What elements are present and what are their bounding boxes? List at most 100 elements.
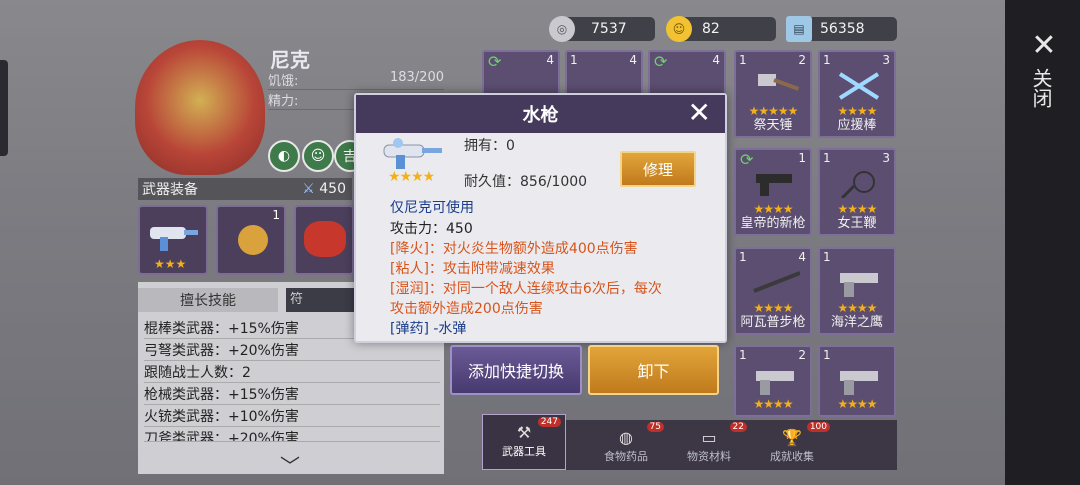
tab-badge: 100 bbox=[806, 422, 830, 432]
item-level: 4 bbox=[712, 53, 720, 67]
unequip-button[interactable]: 卸下 bbox=[588, 345, 719, 395]
tab-skills-2[interactable]: 符 bbox=[286, 288, 356, 312]
effect-line: [粘人]：攻击附带减速效果 bbox=[390, 261, 555, 277]
repair-button[interactable]: 修理 bbox=[620, 151, 696, 187]
item-level: 2 bbox=[798, 53, 806, 67]
item-level: 3 bbox=[882, 53, 890, 67]
hammer-icon bbox=[758, 74, 800, 91]
modal-title: 水枪 bbox=[522, 105, 559, 126]
lion-head-icon bbox=[304, 221, 346, 257]
coins-value: 7537 bbox=[591, 21, 627, 37]
item-quantity: 1 bbox=[823, 53, 831, 67]
item-name: 海洋之鹰 bbox=[830, 315, 883, 330]
skill-line: 弓弩类武器：+20%伤害 bbox=[144, 340, 440, 361]
modal-close-icon[interactable]: ✕ bbox=[688, 99, 711, 127]
desert-eagle-icon bbox=[840, 273, 878, 297]
tab-weapons-tools[interactable]: 247 ⚒ 武器工具 bbox=[482, 414, 566, 470]
item-name: 应援棒 bbox=[837, 118, 877, 133]
tab-achievements[interactable]: 100 🏆 成就收集 bbox=[750, 420, 834, 470]
item-level: 2 bbox=[798, 348, 806, 362]
category-tabs: 247 ⚒ 武器工具 75 ◍ 食物药品 22 ▭ 物资材料 100 🏆 成就收… bbox=[482, 414, 897, 470]
tab-skills[interactable]: 擅长技能 bbox=[138, 288, 278, 312]
pistol-icon bbox=[840, 371, 878, 395]
inventory-item[interactable]: 1 3 ★★★★ 应援棒 bbox=[818, 50, 896, 138]
side-handle[interactable] bbox=[0, 60, 8, 156]
refresh-icon: ⟳ bbox=[654, 52, 668, 71]
whip-icon bbox=[840, 171, 875, 198]
skill-line: 刀斧类武器：+20%伤害 bbox=[144, 428, 440, 442]
smile-counter: ☺ 82 bbox=[666, 16, 776, 42]
item-quantity: 1 bbox=[739, 250, 747, 264]
mood-status-icon[interactable]: ☺ bbox=[302, 140, 334, 172]
item-level: 4 bbox=[798, 250, 806, 264]
hunger-value: 183/200 bbox=[389, 70, 444, 85]
axe-icon: ⚒ bbox=[516, 423, 532, 442]
item-level: 3 bbox=[882, 151, 890, 165]
ammo-text: [弹药] -水弹 bbox=[390, 321, 467, 337]
attack-power-display: ⚔ 450 bbox=[302, 181, 346, 197]
refresh-icon: ⟳ bbox=[740, 150, 754, 169]
water-gun-icon bbox=[150, 227, 198, 251]
tab-badge: 22 bbox=[729, 422, 747, 432]
stomach-status-icon[interactable]: ◐ bbox=[268, 140, 300, 172]
glow-stick-icon bbox=[838, 72, 880, 100]
item-detail-modal: 水枪 ✕ ★★★★ 拥有：0 耐久值：856/1000 修理 仅尼克可使用 攻击… bbox=[354, 93, 727, 343]
close-button-label[interactable]: 关闭 bbox=[1029, 68, 1056, 108]
pistol-icon bbox=[756, 371, 794, 395]
inventory-item[interactable]: 1 ★★★★ bbox=[818, 345, 896, 417]
inventory-item[interactable]: 1 4 ★★★★ 阿瓦普步枪 bbox=[734, 247, 812, 335]
inventory-item[interactable]: 1 2 ★★★★ bbox=[734, 345, 812, 417]
inventory-item[interactable]: 1 3 ★★★★ 女王鞭 bbox=[818, 148, 896, 236]
inventory-item[interactable]: 1 ★★★★ 海洋之鹰 bbox=[818, 247, 896, 335]
cash-bill-icon: ▤ bbox=[786, 16, 812, 42]
modal-stars: ★★★★ bbox=[388, 169, 435, 185]
effect-line: [湿润]：对同一个敌人连续攻击6次后，每次 bbox=[390, 281, 662, 297]
skill-line: 跟随战士人数：2 bbox=[144, 362, 440, 383]
item-stars: ★★★★ bbox=[837, 397, 877, 411]
add-quick-switch-button[interactable]: 添加快捷切换 bbox=[450, 345, 582, 395]
smile-value: 82 bbox=[702, 21, 720, 37]
coins-counter: ◎ 7537 bbox=[549, 16, 655, 42]
hero-name: 尼克 bbox=[270, 48, 310, 72]
equip-slot-2[interactable]: 1 bbox=[216, 205, 286, 275]
hunger-row: 饥饿: 183/200 bbox=[268, 70, 444, 90]
item-quantity: 1 bbox=[823, 348, 831, 362]
inventory-item[interactable]: ⟳ 1 ★★★★ 皇帝的新枪 bbox=[734, 148, 812, 236]
item-quantity: 1 bbox=[823, 151, 831, 165]
inventory-item[interactable]: 1 2 ★★★★★ 祭天锤 bbox=[734, 50, 812, 138]
item-level: 1 bbox=[798, 151, 806, 165]
equip-slot-1-stars: ★★★ bbox=[154, 257, 187, 271]
log-icon: ▭ bbox=[701, 428, 717, 447]
water-gun-icon bbox=[383, 138, 442, 169]
food-can-icon: ◍ bbox=[619, 428, 633, 447]
item-name: 祭天锤 bbox=[753, 118, 793, 133]
item-level: 4 bbox=[629, 53, 637, 67]
item-name: 阿瓦普步枪 bbox=[740, 315, 806, 330]
pistol-icon bbox=[756, 174, 792, 196]
cash-value: 56358 bbox=[820, 21, 865, 37]
tab-materials[interactable]: 22 ▭ 物资材料 bbox=[667, 420, 751, 470]
close-icon[interactable]: ✕ bbox=[1030, 31, 1058, 61]
equip-slot-3[interactable] bbox=[294, 205, 354, 275]
tab-label: 物资材料 bbox=[687, 450, 731, 463]
item-name: 女王鞭 bbox=[837, 216, 877, 231]
equip-slot-2-level: 1 bbox=[272, 208, 280, 222]
durability-value: 耐久值：856/1000 bbox=[464, 174, 588, 190]
item-quantity: 1 bbox=[570, 53, 578, 67]
modal-header: 水枪 ✕ bbox=[356, 95, 725, 133]
energy-label: 精力: bbox=[268, 94, 299, 109]
chevron-down-icon[interactable]: ﹀ bbox=[280, 450, 300, 479]
skill-line: 火铳类武器：+10%伤害 bbox=[144, 406, 440, 427]
item-quantity: 1 bbox=[739, 348, 747, 362]
attack-text: 攻击力：450 bbox=[390, 221, 473, 237]
rifle-icon bbox=[753, 271, 800, 293]
equip-slot-1[interactable]: ★★★ bbox=[138, 205, 208, 275]
tab-badge: 247 bbox=[537, 417, 561, 427]
coin-stack-icon: ◎ bbox=[549, 16, 575, 42]
tab-food-medicine[interactable]: 75 ◍ 食物药品 bbox=[584, 420, 668, 470]
smile-coin-icon: ☺ bbox=[666, 16, 692, 42]
tab-label: 食物药品 bbox=[604, 450, 648, 463]
cash-counter: ▤ 56358 bbox=[786, 16, 897, 42]
item-name: 皇帝的新枪 bbox=[740, 216, 806, 231]
skill-line: 枪械类武器：+15%伤害 bbox=[144, 384, 440, 405]
